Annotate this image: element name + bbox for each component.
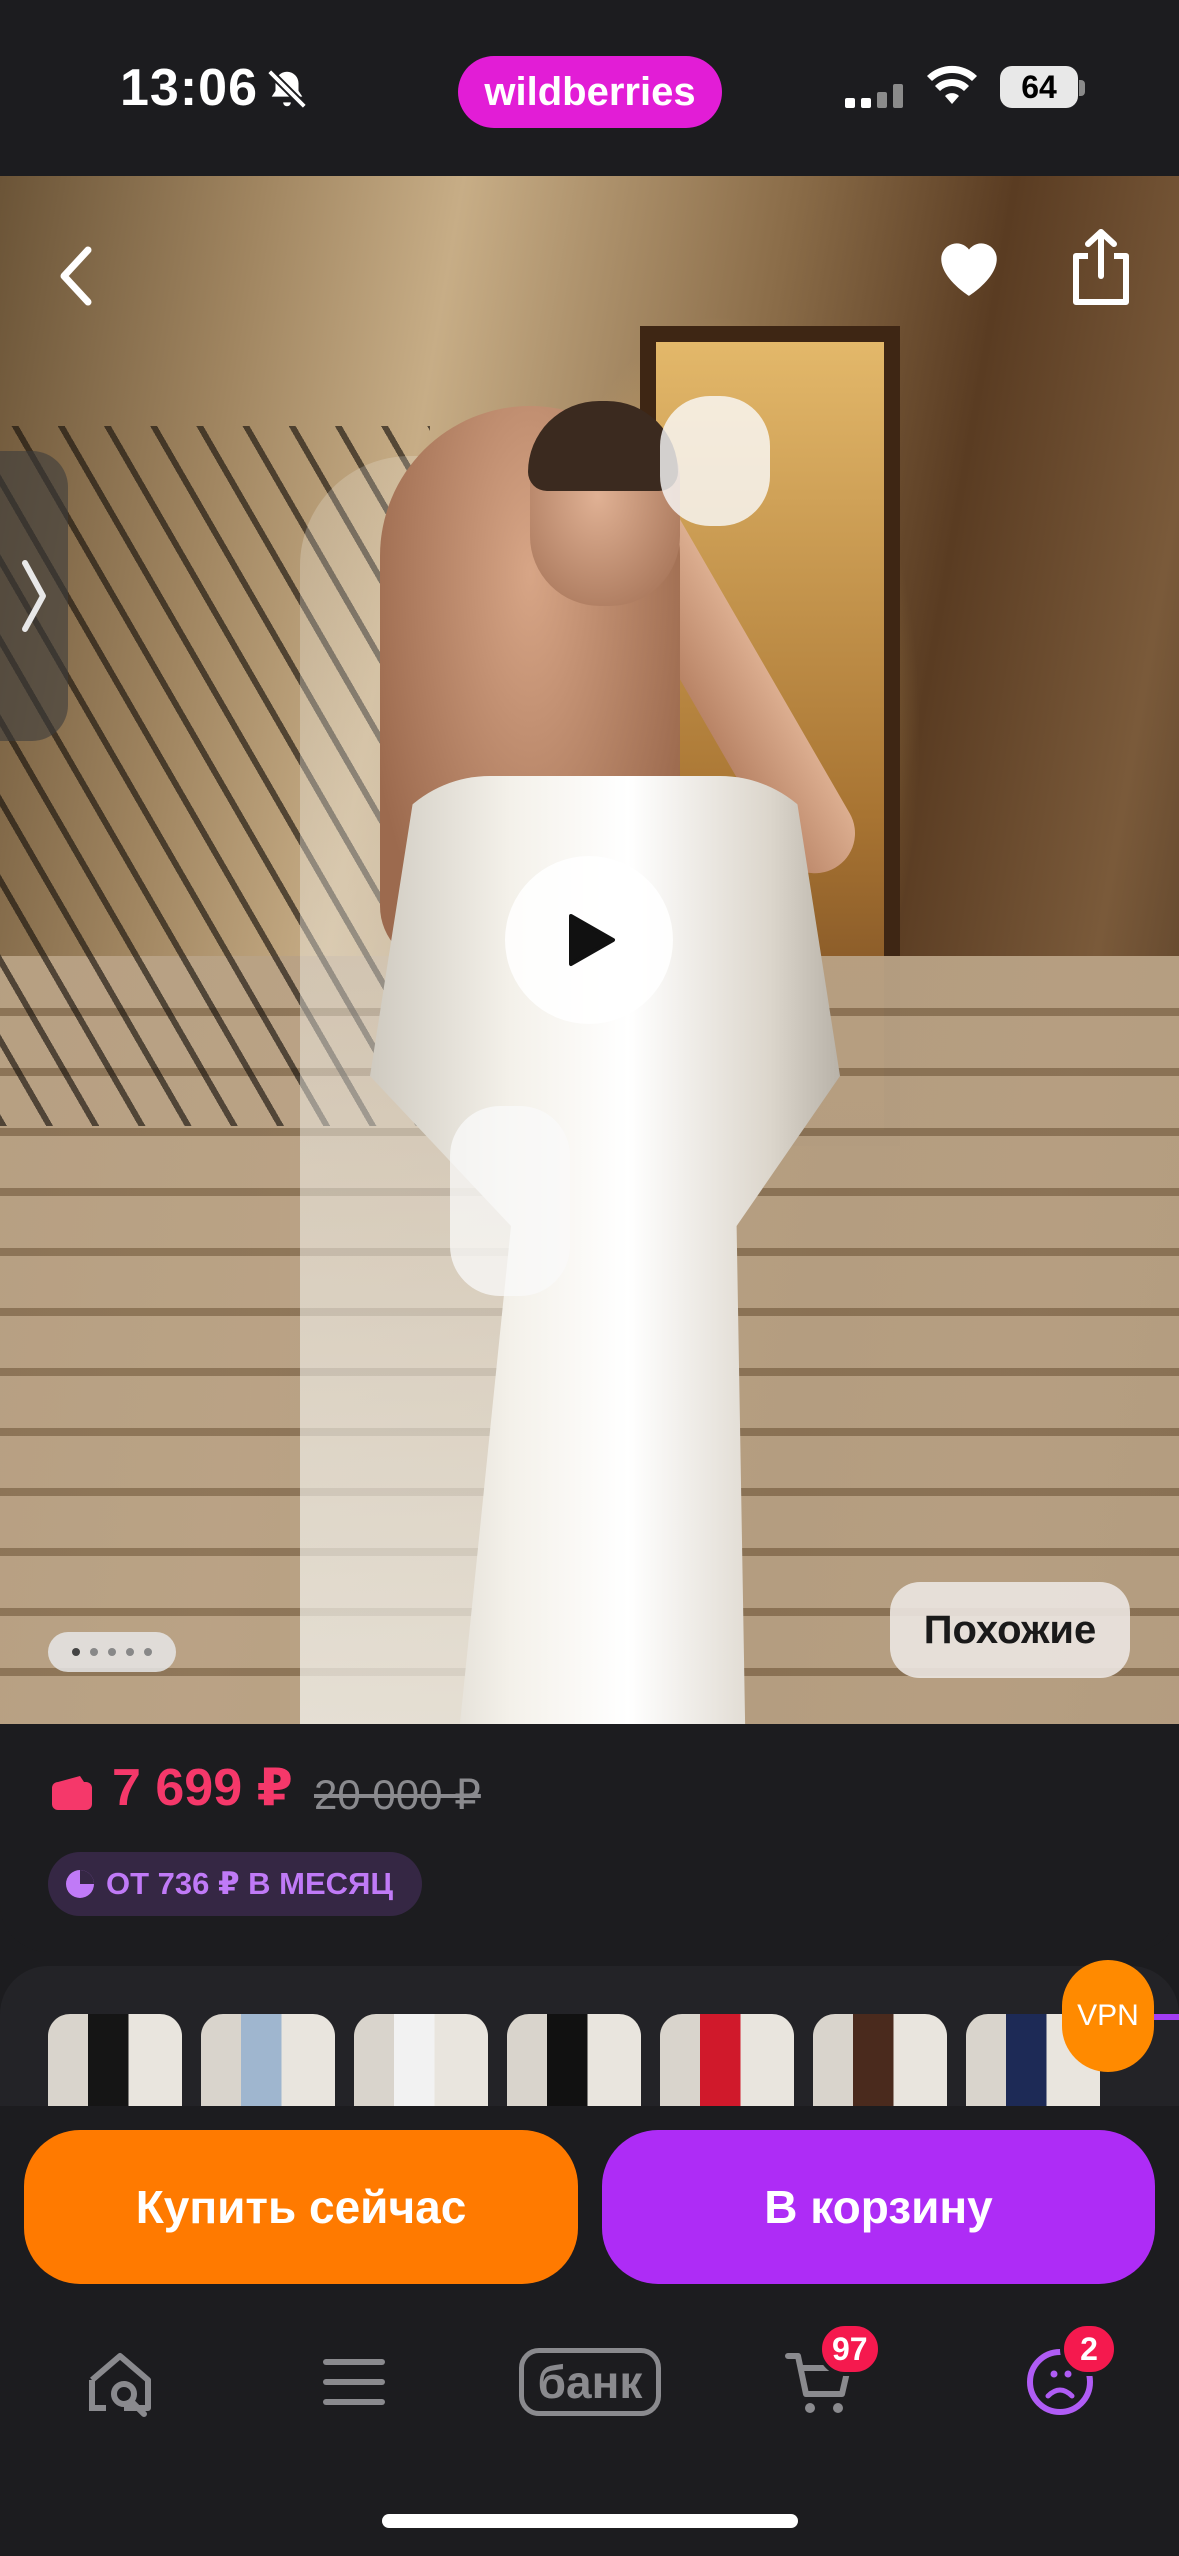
lace-glove-upper [660, 396, 770, 526]
chevron-right-icon [22, 560, 46, 632]
pagination-dot [72, 1648, 80, 1656]
share-icon[interactable] [1066, 226, 1136, 308]
pie-chart-icon [66, 1870, 94, 1898]
price-section: 7 699 ₽ 20 000 ₽ ОТ 736 ₽ В МЕСЯЦ [0, 1724, 1179, 1952]
similar-button[interactable]: Похожие [890, 1582, 1130, 1678]
bank-label: банк [518, 2348, 662, 2416]
vpn-badge[interactable]: VPN [1062, 1960, 1154, 2072]
installment-text: ОТ 736 ₽ В МЕСЯЦ [106, 1866, 393, 1901]
cart-count-badge: 97 [818, 2322, 882, 2376]
home-search-icon [89, 2353, 151, 2417]
variant-thumbnail[interactable] [201, 2014, 335, 2106]
side-panel-tab[interactable] [0, 451, 68, 741]
battery-indicator: 64 [1000, 66, 1078, 108]
action-bar: Купить сейчас В корзину [0, 2106, 1179, 2296]
variant-thumbnail[interactable] [48, 2014, 182, 2106]
bottom-tab-bar: банк 97 2 [0, 2296, 1179, 2556]
installment-badge[interactable]: ОТ 736 ₽ В МЕСЯЦ [48, 1852, 422, 1916]
lace-glove-lower [450, 1106, 570, 1296]
tab-bank[interactable]: банк [510, 2332, 670, 2432]
play-video-button[interactable] [505, 856, 673, 1024]
old-price: 20 000 ₽ [314, 1771, 481, 1818]
variant-thumbnail[interactable] [813, 2014, 947, 2106]
brand-logo: wildberries [458, 56, 722, 128]
menu-icon [323, 2359, 385, 2405]
variant-thumbnail[interactable] [507, 2014, 641, 2106]
buy-now-button[interactable]: Купить сейчас [24, 2130, 578, 2284]
vpn-indicator-line [1152, 2014, 1179, 2020]
add-to-cart-button[interactable]: В корзину [602, 2130, 1155, 2284]
pagination-dot [126, 1648, 134, 1656]
home-indicator [382, 2514, 798, 2528]
bell-off-icon [267, 69, 307, 109]
wifi-icon [927, 65, 977, 104]
tab-catalog[interactable] [314, 2332, 394, 2432]
variant-thumbnail[interactable] [354, 2014, 488, 2106]
current-price: 7 699 ₽ [112, 1759, 293, 1817]
pagination-dot [108, 1648, 116, 1656]
cellular-signal-icon [845, 84, 903, 108]
product-image-gallery[interactable]: Похожие [0, 176, 1179, 1724]
status-time: 13:06 [120, 59, 258, 117]
tab-search-home[interactable] [80, 2332, 160, 2432]
play-icon [569, 914, 615, 966]
battery-tip [1079, 80, 1085, 96]
heart-icon[interactable] [932, 230, 1006, 300]
status-bar: 13:06 wildberries 64 [0, 0, 1179, 176]
profile-notification-badge: 2 [1060, 2322, 1118, 2376]
pagination-dot [90, 1648, 98, 1656]
gallery-pagination-dots [48, 1632, 176, 1672]
pagination-dot [144, 1648, 152, 1656]
variant-thumbnail[interactable] [660, 2014, 794, 2106]
back-arrow-icon[interactable] [52, 236, 102, 316]
color-variants-strip [0, 1966, 1179, 2106]
wallet-icon [52, 1776, 92, 1810]
